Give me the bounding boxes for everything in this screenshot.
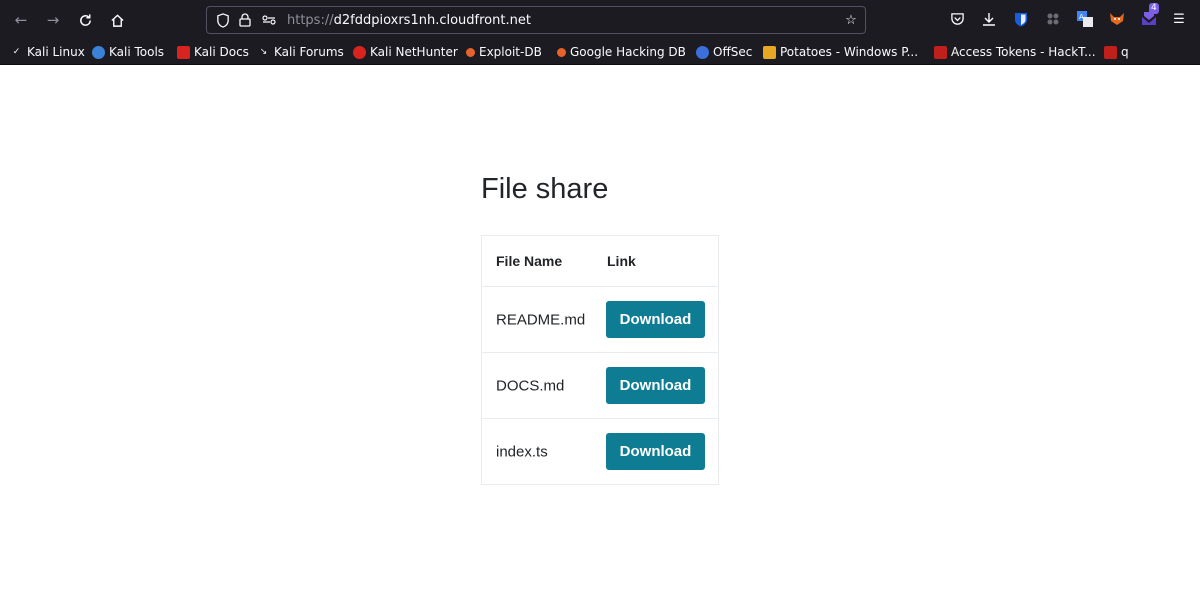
bookmark-label: Kali Forums: [274, 45, 344, 59]
bookmark-label: Potatoes - Windows P...: [780, 45, 919, 59]
bitwarden-icon[interactable]: [1012, 10, 1030, 28]
bookmark-access-tokens[interactable]: Access Tokens - HackT...: [934, 44, 1096, 60]
bookmark-potatoes[interactable]: Potatoes - Windows P...: [763, 44, 918, 60]
url-bar[interactable]: https://d2fddpioxrs1nh.cloudfront.net ☆: [206, 6, 866, 34]
back-icon[interactable]: ←: [10, 9, 32, 31]
ghdb-icon: [557, 47, 566, 57]
kali-forums-icon: ↘: [259, 46, 268, 57]
url-host: d2fddpioxrs1nh.cloudfront.net: [333, 13, 531, 28]
bookmark-label: Kali Docs: [194, 45, 249, 59]
bookmark-label: OffSec: [713, 45, 753, 59]
bookmark-kali-docs[interactable]: Kali Docs: [177, 44, 249, 60]
foxyproxy-icon[interactable]: [1108, 10, 1126, 28]
table-row: DOCS.md Download: [482, 352, 718, 418]
offsec-icon: [696, 45, 709, 59]
download-button[interactable]: Download: [606, 301, 705, 338]
file-table: File Name Link README.md Download DOCS.m…: [481, 235, 719, 485]
file-name: DOCS.md: [496, 377, 565, 394]
column-header-link: Link: [607, 253, 636, 269]
column-header-file-name: File Name: [496, 253, 563, 269]
file-name: README.md: [496, 311, 586, 328]
kali-tools-icon: [92, 45, 105, 59]
url-scheme: https://: [287, 13, 334, 28]
nethunter-icon: [353, 45, 366, 59]
bookmark-star-icon[interactable]: ☆: [843, 12, 859, 28]
svg-text:A: A: [1079, 13, 1084, 21]
bookmark-kali-forums[interactable]: ↘ Kali Forums: [257, 44, 344, 60]
bookmark-kali-nethunter[interactable]: Kali NetHunter: [353, 44, 458, 60]
page-title: File share: [481, 173, 609, 205]
kali-docs-icon: [177, 45, 190, 59]
extension-icon[interactable]: [1044, 10, 1062, 28]
bookmark-label: Google Hacking DB: [570, 45, 686, 59]
permissions-icon[interactable]: [261, 12, 277, 28]
bookmark-label: Kali Tools: [109, 45, 165, 59]
tab-counter-icon[interactable]: 4: [1140, 3, 1159, 28]
bookmark-kali-linux[interactable]: ✓ Kali Linux: [10, 44, 85, 60]
bookmark-offsec[interactable]: OffSec: [696, 44, 752, 60]
bookmark-label: Exploit-DB: [479, 45, 542, 59]
translate-icon[interactable]: A: [1076, 10, 1094, 28]
file-name: index.ts: [496, 443, 548, 460]
shield-icon[interactable]: [215, 12, 231, 28]
hacktricks-icon: [1104, 45, 1117, 59]
pocket-icon[interactable]: [948, 10, 966, 28]
table-header-row: File Name Link: [482, 236, 718, 286]
bookmark-label: q: [1121, 45, 1129, 59]
menu-icon[interactable]: ☰: [1170, 10, 1188, 28]
table-row: index.ts Download: [482, 418, 718, 484]
hacktricks-icon: [934, 45, 947, 59]
table-row: README.md Download: [482, 286, 718, 352]
kali-dragon-icon: ✓: [12, 46, 21, 57]
bookmark-label: Access Tokens - HackT...: [951, 45, 1096, 59]
bookmark-google-hacking-db[interactable]: Google Hacking DB: [557, 44, 686, 60]
tab-counter-badge: 4: [1149, 3, 1159, 14]
downloads-icon[interactable]: [980, 10, 998, 28]
bookmark-exploit-db[interactable]: Exploit-DB: [466, 44, 542, 60]
download-button[interactable]: Download: [606, 367, 705, 404]
url-text[interactable]: https://d2fddpioxrs1nh.cloudfront.net: [287, 13, 531, 28]
lock-icon[interactable]: [237, 12, 253, 28]
bookmark-label: Kali Linux: [27, 45, 85, 59]
download-button[interactable]: Download: [606, 433, 705, 470]
bookmark-label: Kali NetHunter: [370, 45, 458, 59]
home-icon[interactable]: [106, 9, 128, 31]
potato-icon: [763, 45, 776, 59]
bookmark-kali-tools[interactable]: Kali Tools: [92, 44, 164, 60]
exploitdb-icon: [466, 47, 475, 57]
browser-toolbar: ← → https://d2fddpioxrs1nh.cloudfront.ne…: [0, 0, 1200, 39]
bookmark-q[interactable]: q: [1104, 44, 1129, 60]
reload-icon[interactable]: [74, 9, 96, 31]
forward-icon[interactable]: →: [42, 9, 64, 31]
bookmarks-bar: ✓ Kali Linux Kali Tools Kali Docs ↘ Kali…: [0, 39, 1200, 65]
